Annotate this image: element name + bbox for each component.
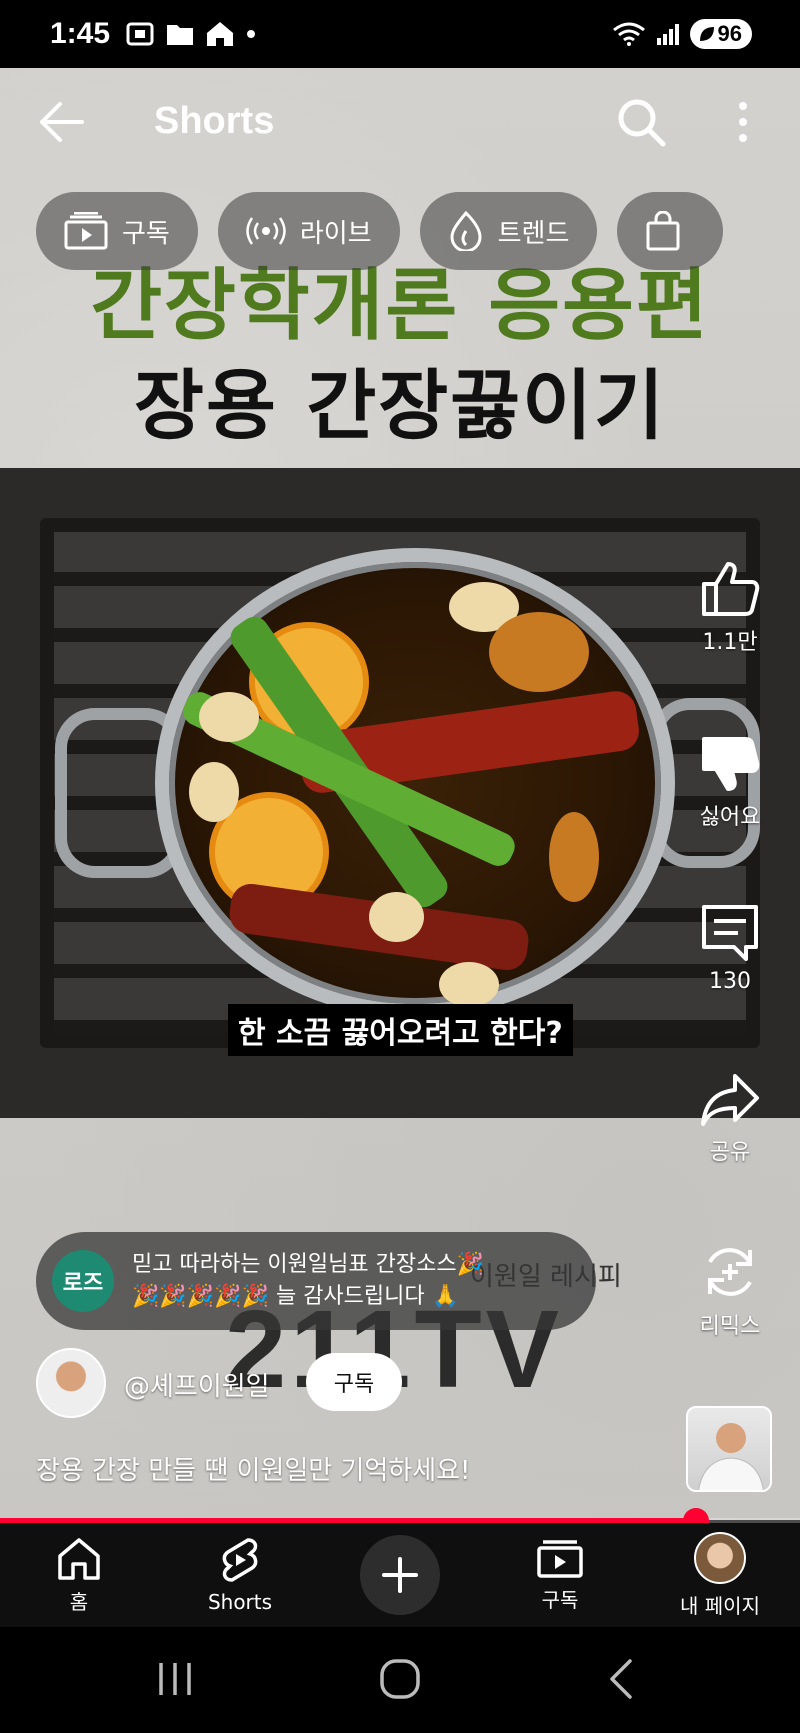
create-button[interactable]	[360, 1535, 440, 1615]
video-caption[interactable]: 장용 간장 만들 땐 이원일만 기억하세요!	[36, 1450, 470, 1487]
back-arrow-icon[interactable]	[38, 100, 86, 144]
chip-subscriptions[interactable]: 구독	[36, 192, 198, 270]
channel-name[interactable]: @셰프이원일	[124, 1366, 270, 1403]
notification-dot-icon	[247, 30, 256, 38]
like-button[interactable]: 1.1만	[680, 560, 780, 656]
recent-apps-icon[interactable]	[155, 1657, 195, 1701]
page-title: Shorts	[154, 100, 275, 142]
comments-button[interactable]: 130	[680, 903, 780, 994]
like-count: 1.1만	[702, 630, 758, 655]
comment-icon	[702, 905, 758, 961]
comment-line-1: 믿고 따라하는 이원일님표 간장소스🎉	[132, 1252, 484, 1277]
sound-thumbnail[interactable]	[686, 1406, 772, 1492]
nav-shorts[interactable]: Shorts	[175, 1523, 305, 1627]
filter-chips: 구독 라이브 트렌드	[36, 192, 724, 270]
chef-thumbnail-icon	[698, 1423, 764, 1490]
dislike-label: 싫어요	[699, 805, 761, 830]
screen-record-icon	[126, 22, 154, 46]
soy-sauce-pot	[155, 548, 675, 1018]
subscribe-button[interactable]: 구독	[306, 1353, 402, 1411]
status-time: 1:45	[50, 17, 111, 50]
nav-shorts-label: Shorts	[207, 1590, 273, 1614]
subscriptions-icon	[64, 212, 108, 250]
battery-level: 96	[717, 21, 742, 46]
dislike-button[interactable]: 싫어요	[680, 735, 780, 831]
chip-label: 구독	[122, 218, 170, 249]
chip-trending[interactable]: 트렌드	[419, 192, 598, 270]
ginger	[489, 612, 589, 692]
home-icon	[58, 1537, 100, 1580]
remix-label: 리믹스	[699, 1314, 761, 1339]
nav-you-label: 내 페이지	[680, 1593, 760, 1618]
channel-avatar[interactable]	[36, 1348, 106, 1418]
shopping-bag-icon	[646, 211, 680, 251]
nav-subscriptions[interactable]: 구독	[495, 1523, 625, 1627]
home-status-icon	[207, 22, 234, 46]
comment-count: 130	[709, 969, 751, 994]
shorts-icon	[222, 1538, 258, 1582]
more-options-icon[interactable]	[735, 100, 751, 144]
garlic	[439, 962, 499, 1007]
plus-icon	[382, 1557, 418, 1593]
comment-text: 믿고 따라하는 이원일님표 간장소스🎉 🎉🎉🎉🎉🎉 늘 감사드립니다 🙏	[132, 1249, 484, 1313]
garlic	[189, 762, 239, 822]
chip-live[interactable]: 라이브	[217, 192, 400, 270]
status-bar: 1:45 96	[0, 0, 800, 68]
comment-avatar: 로즈	[52, 1250, 114, 1312]
share-icon	[701, 1074, 759, 1126]
nav-you[interactable]: 내 페이지	[655, 1523, 785, 1627]
chip-shopping[interactable]	[617, 192, 724, 270]
trending-icon	[450, 211, 482, 251]
garlic	[369, 892, 424, 942]
folder-icon	[167, 25, 194, 45]
chip-label: 트렌드	[497, 218, 570, 249]
wifi-icon	[612, 22, 645, 46]
signal-icon	[656, 24, 679, 45]
nav-subscriptions-label: 구독	[541, 1587, 579, 1612]
garlic	[199, 692, 259, 742]
my-avatar	[694, 1531, 746, 1584]
comment-line-2: 🎉🎉🎉🎉🎉 늘 감사드립니다 🙏	[132, 1284, 460, 1309]
subscriptions-nav-icon	[537, 1539, 583, 1578]
share-button[interactable]: 공유	[680, 1072, 780, 1166]
battery-indicator: 96	[689, 19, 752, 49]
search-icon[interactable]	[615, 96, 667, 148]
battery-leaf-icon	[699, 27, 714, 41]
video-title-line2: 장용 간장끓이기	[134, 361, 666, 450]
video-subtitle: 한 소끔 끓어오려고 한다?	[228, 1004, 573, 1056]
system-navigation-bar	[0, 1627, 800, 1733]
bottom-navigation: 홈 Shorts 구독 내 페이지	[0, 1523, 800, 1627]
system-home-icon[interactable]	[378, 1657, 422, 1701]
thumbs-down-icon	[702, 737, 760, 791]
chip-label: 라이브	[299, 218, 372, 249]
nav-home-label: 홈	[69, 1589, 89, 1614]
remix-icon	[708, 1248, 752, 1296]
share-label: 공유	[709, 1140, 751, 1165]
thumbs-up-icon	[702, 562, 760, 616]
live-icon	[246, 217, 286, 245]
nav-home[interactable]: 홈	[14, 1523, 144, 1627]
remix-button[interactable]: 리믹스	[680, 1242, 780, 1340]
system-back-icon[interactable]	[606, 1657, 636, 1701]
pinned-comment[interactable]: 로즈 믿고 따라하는 이원일님표 간장소스🎉 🎉🎉🎉🎉🎉 늘 감사드립니다 🙏	[36, 1232, 596, 1330]
ginger	[549, 812, 599, 902]
